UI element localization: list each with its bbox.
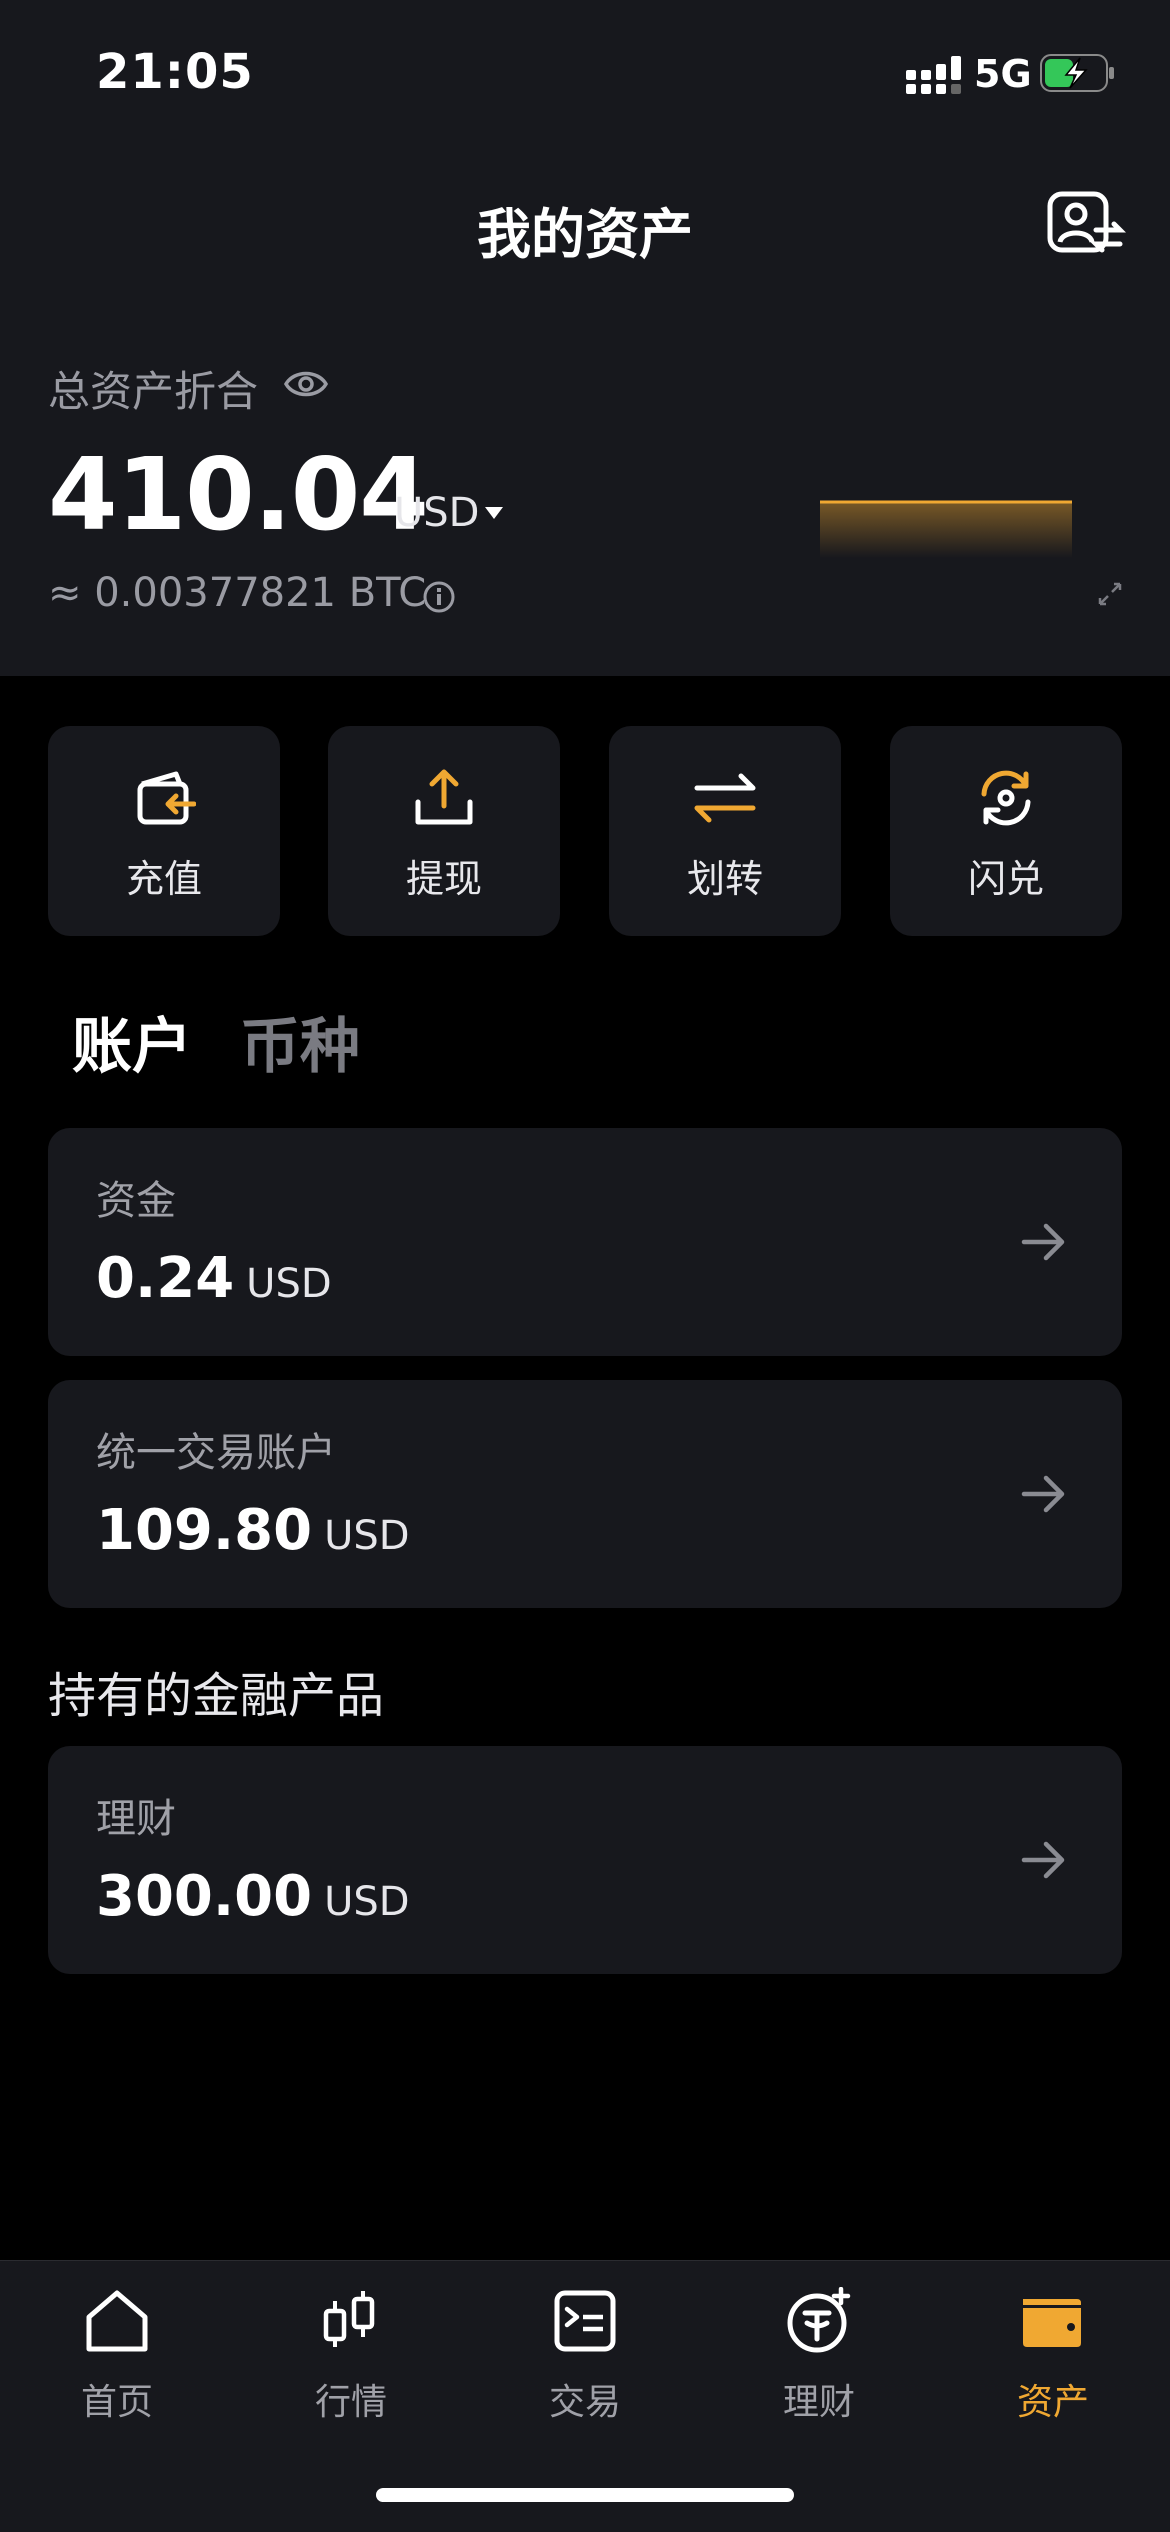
btc-equivalent: ≈ 0.00377821 BTC [48,570,427,616]
home-indicator [376,2488,794,2502]
account-amount: 109.80 USD [96,1498,410,1563]
deposit-button[interactable]: 充值 [48,726,280,936]
info-icon[interactable] [422,580,456,614]
home-icon [86,2290,148,2352]
nav-label: 交易 [548,2382,621,2423]
convert-button[interactable]: 闪兑 [890,726,1122,936]
account-amount: 0.24 USD [96,1246,332,1311]
financial-products-title: 持有的金融产品 [48,1668,385,1724]
quick-actions: 充值 提现 划转 闪兑 [48,726,1122,936]
deposit-label: 充值 [125,857,202,901]
arrow-right-icon [1021,1475,1065,1513]
battery-charging-icon [1040,54,1114,92]
wallet-icon [1023,2299,1083,2347]
nav-label: 首页 [80,2382,153,2423]
signal-icon [906,56,961,94]
trade-icon [554,2290,616,2352]
withdraw-label: 提现 [405,857,482,901]
caret-down-icon[interactable] [484,506,504,520]
tab-coin[interactable]: 币种 [240,998,360,1085]
product-name: 理财 [96,1796,176,1842]
network-type: 5G [974,52,1032,96]
total-assets-label: 总资产折合 [48,367,259,416]
expand-icon[interactable] [1096,580,1124,608]
status-bar: 21:05 5G [0,0,1170,150]
convert-label: 闪兑 [967,857,1044,901]
tab-account[interactable]: 账户 [72,998,192,1085]
deposit-icon [137,771,196,825]
arrow-right-icon [1021,1223,1065,1261]
account-name: 统一交易账户 [96,1430,336,1476]
eye-icon[interactable] [284,362,328,406]
currency-selector[interactable]: USD [394,490,479,536]
product-amount: 300.00 USD [96,1864,410,1929]
funding-account-card[interactable]: 资金 0.24 USD [48,1128,1122,1356]
total-assets-value: 410.04 [48,436,429,553]
nav-assets[interactable]: 资产 [936,2261,1170,2461]
nav-markets[interactable]: 行情 [234,2261,468,2461]
withdraw-button[interactable]: 提现 [328,726,560,936]
withdraw-icon [415,769,473,825]
nav-trade[interactable]: 交易 [468,2261,702,2461]
nav-label: 行情 [314,2382,387,2423]
convert-icon [981,770,1031,826]
nav-home[interactable]: 首页 [0,2261,234,2461]
assets-header: 21:05 5G 我的资产 总资产折合 410.04 USD ≈ 0.00377… [0,0,1170,676]
account-name: 资金 [96,1178,176,1224]
unified-trading-account-card[interactable]: 统一交易账户 109.80 USD [48,1380,1122,1608]
nav-earn[interactable]: 理财 [702,2261,936,2461]
account-switch-icon[interactable] [1046,190,1126,258]
nav-label: 资产 [1016,2382,1089,2423]
balance-sparkline [820,500,1072,558]
status-time: 21:05 [96,44,254,100]
nav-label: 理财 [782,2382,855,2423]
earn-product-card[interactable]: 理财 300.00 USD [48,1746,1122,1974]
candlestick-icon [323,2291,375,2347]
earn-icon [787,2287,851,2353]
transfer-button[interactable]: 划转 [609,726,841,936]
transfer-label: 划转 [686,857,763,901]
arrow-right-icon [1021,1841,1065,1879]
page-title: 我的资产 [477,203,693,266]
transfer-icon [694,773,756,823]
